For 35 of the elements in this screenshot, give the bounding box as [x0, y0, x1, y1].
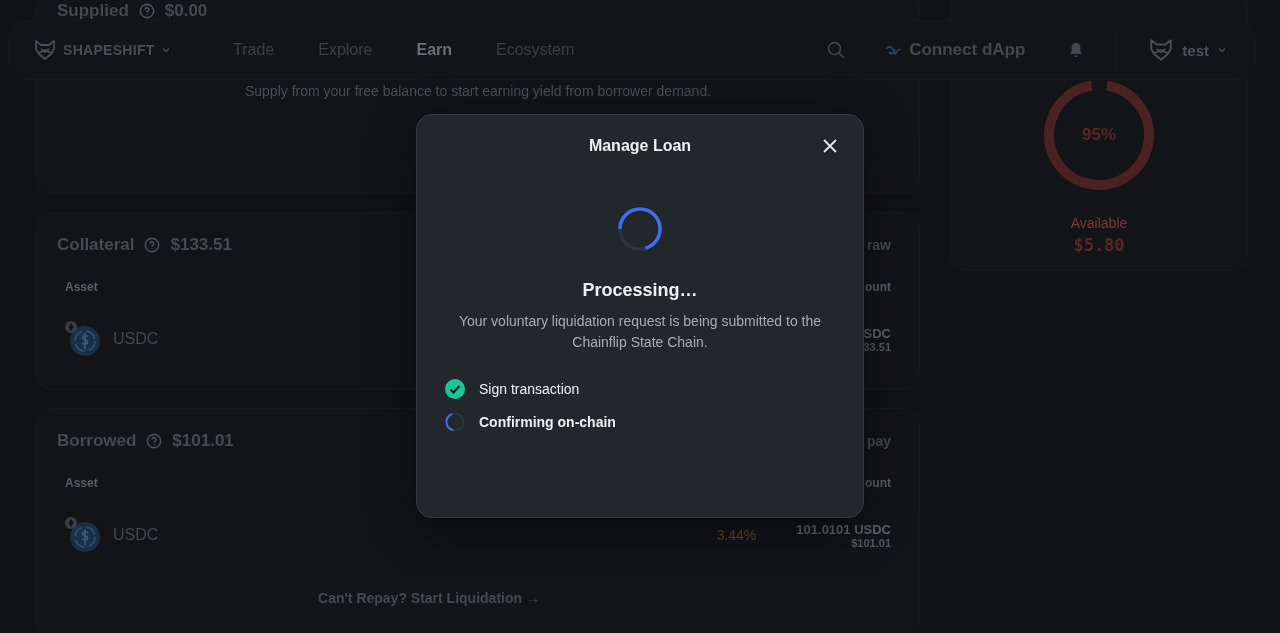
fox-logo-icon [1148, 37, 1175, 63]
rate-text: 3.44% [716, 527, 757, 543]
help-icon[interactable] [138, 3, 155, 19]
column-header: ount [865, 476, 891, 490]
processing-heading: Processing… [582, 280, 698, 301]
amount-text: 101.0101 USDC [796, 521, 891, 537]
dialog-title: Manage Loan [588, 137, 692, 155]
processing-message: Your voluntary liquidation request is being submitted to the Chainflip State Chain. [457, 312, 823, 352]
wave-icon [885, 45, 902, 55]
help-icon[interactable] [144, 237, 161, 253]
supply-hint: Supply from your free balance to start earning yield from borrower demand. [244, 83, 712, 99]
usd-value: $101.01 [851, 536, 891, 549]
bell-icon[interactable] [1069, 42, 1084, 58]
step-label: Confirming on-chain [479, 414, 616, 430]
chevron-down-icon[interactable] [160, 45, 171, 55]
brand-name[interactable]: SHAPESHIFT [63, 42, 155, 58]
gauge-percent: 95% [1081, 124, 1117, 146]
coin-icon [65, 321, 101, 357]
chevron-down-icon [1217, 45, 1227, 55]
coin-icon [65, 517, 101, 553]
spinner-icon [616, 205, 664, 253]
fox-logo-icon [33, 38, 57, 62]
usd-value: 33.51 [863, 340, 891, 353]
available-label: Available [1070, 215, 1128, 231]
amount-text: SDC [863, 325, 891, 341]
column-header: Asset [65, 280, 98, 294]
close-icon[interactable] [823, 139, 837, 153]
search-icon[interactable] [827, 41, 846, 59]
column-header: Asset [65, 476, 98, 490]
available-value: $5.80 [1073, 235, 1125, 255]
account-button[interactable]: test [1148, 37, 1227, 63]
help-icon[interactable] [146, 433, 163, 449]
column-header: ount [865, 280, 891, 294]
step-label: Sign transaction [479, 381, 580, 397]
nav-link[interactable]: Earn [416, 41, 453, 59]
